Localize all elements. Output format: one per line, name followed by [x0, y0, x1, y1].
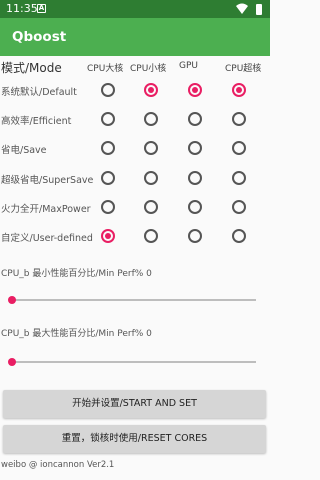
radio-supersave-super-core[interactable] [232, 171, 246, 185]
column-header-big-core: CPU大核 [87, 64, 124, 74]
footer-credit: weibo @ ioncannon Ver2.1 [1, 460, 115, 470]
radio-save-little-core[interactable] [144, 141, 158, 155]
radio-user-defined-gpu[interactable] [188, 229, 202, 243]
min-perf-slider[interactable] [8, 296, 256, 304]
mode-label-efficient: 高效率/Efficient [1, 116, 72, 127]
mode-label-save: 省电/Save [1, 145, 47, 156]
radio-supersave-gpu[interactable] [188, 171, 202, 185]
mode-label-default: 系统默认/Default [1, 87, 77, 98]
radio-save-super-core[interactable] [232, 141, 246, 155]
start-and-set-button[interactable]: 开始并设置/START AND SET [3, 390, 266, 418]
notification-icon: A [37, 4, 46, 13]
radio-supersave-little-core[interactable] [144, 171, 158, 185]
radio-default-little-core[interactable] [144, 83, 158, 97]
radio-default-super-core[interactable] [232, 83, 246, 97]
reset-cores-button[interactable]: 重置，锁核时使用/RESET CORES [3, 425, 266, 453]
radio-maxpower-big-core[interactable] [101, 200, 115, 214]
radio-efficient-gpu[interactable] [188, 112, 202, 126]
max-perf-thumb[interactable] [8, 358, 16, 366]
radio-maxpower-gpu[interactable] [188, 200, 202, 214]
min-perf-label: CPU_b 最小性能百分比/Min Perf% 0 [1, 269, 152, 279]
radio-default-gpu[interactable] [188, 83, 202, 97]
column-header-gpu: GPU [179, 61, 198, 71]
radio-maxpower-super-core[interactable] [232, 200, 246, 214]
app-bar: Qboost [0, 18, 270, 56]
mode-label-supersave: 超级省电/SuperSave [1, 175, 94, 186]
column-header-super-core: CPU超核 [225, 64, 262, 74]
radio-efficient-big-core[interactable] [101, 112, 115, 126]
min-perf-thumb[interactable] [8, 296, 16, 304]
radio-default-big-core[interactable] [101, 83, 115, 97]
radio-save-big-core[interactable] [101, 141, 115, 155]
status-bar: 11:35 A [0, 0, 270, 18]
radio-maxpower-little-core[interactable] [144, 200, 158, 214]
battery-icon [256, 4, 262, 15]
app-title: Qboost [12, 29, 67, 45]
radio-efficient-super-core[interactable] [232, 112, 246, 126]
radio-user-defined-big-core[interactable] [101, 229, 115, 243]
radio-efficient-little-core[interactable] [144, 112, 158, 126]
max-perf-label: CPU_b 最大性能百分比/Min Perf% 0 [1, 329, 152, 339]
max-perf-slider[interactable] [8, 358, 256, 366]
radio-supersave-big-core[interactable] [101, 171, 115, 185]
mode-label-user-defined: 自定义/User-defined [1, 233, 93, 244]
radio-user-defined-little-core[interactable] [144, 229, 158, 243]
wifi-icon [236, 3, 248, 14]
radio-user-defined-super-core[interactable] [232, 229, 246, 243]
status-time: 11:35 [6, 2, 38, 15]
mode-label-maxpower: 火力全开/MaxPower [1, 204, 91, 215]
radio-save-gpu[interactable] [188, 141, 202, 155]
mode-header: 模式/Mode [1, 61, 62, 75]
column-header-little-core: CPU小核 [130, 64, 167, 74]
